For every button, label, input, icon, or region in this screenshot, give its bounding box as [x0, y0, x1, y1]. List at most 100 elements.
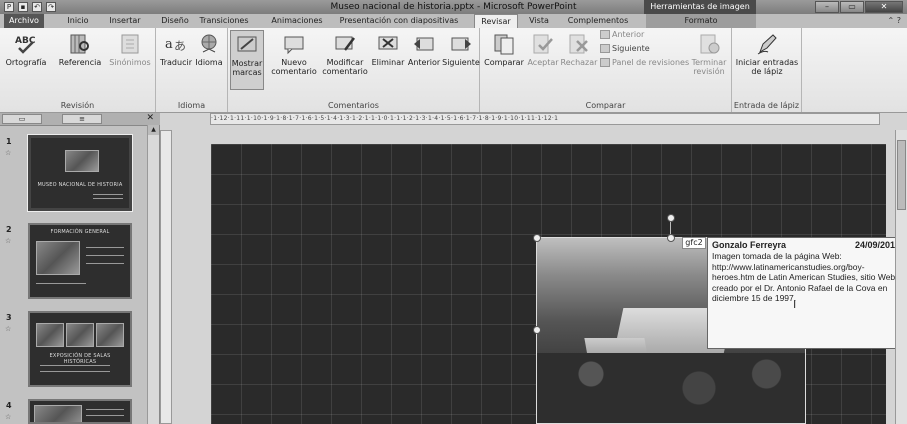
translate-icon: aあ	[165, 37, 186, 53]
anterior-comentario-button[interactable]: Anterior	[406, 32, 442, 67]
tab-formato[interactable]: Formato	[646, 14, 756, 28]
siguiente-cambio-button[interactable]: Siguiente	[600, 44, 650, 53]
referencia-button[interactable]: Referencia	[54, 32, 106, 67]
scroll-up-icon[interactable]: ▲	[148, 125, 159, 135]
mostrar-marcas-button[interactable]: Mostrar marcas	[230, 30, 264, 90]
anterior-cambio-button[interactable]: Anterior	[600, 30, 644, 39]
aceptar-button[interactable]: Aceptar	[526, 32, 560, 67]
slide-thumbnail[interactable]: EXPOSICIÓN DE SALAS HISTÓRICAS	[28, 311, 132, 387]
svg-text:a: a	[165, 37, 173, 52]
tab-outline-icon[interactable]: ≡	[62, 114, 102, 124]
next-change-icon	[600, 44, 610, 53]
panel-tabs: ▭ ≡ ✕	[0, 113, 160, 126]
resize-handle[interactable]	[533, 234, 541, 242]
transition-icon: ☆	[5, 413, 12, 421]
help-icon[interactable]: ⌃ ?	[888, 16, 902, 25]
compare-icon	[494, 34, 514, 55]
maximize-icon[interactable]: ▭	[840, 1, 864, 13]
transition-icon: ☆	[5, 325, 12, 333]
group-label-revision: Revisión	[60, 101, 95, 110]
window-controls: – ▭ ✕	[815, 1, 903, 13]
previous-change-icon	[600, 30, 610, 39]
thumbnail-title: FORMACIÓN GENERAL	[50, 229, 110, 235]
thumbnail-image	[36, 323, 64, 347]
thesaurus-icon	[121, 34, 139, 54]
group-lapiz: Iniciar entradas de lápiz Entrada de láp…	[732, 28, 802, 112]
close-panel-icon[interactable]: ✕	[146, 113, 154, 123]
language-icon	[201, 34, 217, 53]
tab-insertar[interactable]: Insertar	[104, 14, 146, 28]
tab-archivo[interactable]: Archivo	[4, 14, 44, 28]
slide-number: 3	[6, 313, 12, 322]
main-scrollbar[interactable]	[895, 130, 907, 424]
tab-vista[interactable]: Vista	[524, 14, 554, 28]
close-icon[interactable]: ✕	[865, 1, 903, 13]
previous-comment-icon	[414, 37, 434, 51]
window-title: Museo nacional de historia.pptx - Micros…	[330, 2, 577, 12]
tab-complementos[interactable]: Complementos	[562, 14, 634, 28]
rechazar-button[interactable]: Rechazar	[560, 32, 598, 67]
ink-pen-icon	[757, 34, 777, 55]
slide-thumbnail[interactable]	[28, 399, 132, 424]
svg-text:あ: あ	[174, 39, 186, 53]
ortografia-button[interactable]: ABC Ortografía	[2, 32, 50, 67]
comparar-button[interactable]: Comparar	[482, 32, 526, 67]
panel-scrollbar[interactable]: ▲	[147, 125, 159, 424]
ribbon-tabs: Archivo Inicio Insertar Diseño Transicio…	[0, 14, 907, 28]
edit-comment-icon	[335, 36, 355, 51]
scrollbar-thumb[interactable]	[897, 140, 906, 210]
comment-marker[interactable]: gfc2	[682, 237, 706, 249]
comment-author: Gonzalo Ferreyra	[712, 240, 787, 250]
slide-number: 4	[6, 401, 12, 410]
slide-number: 2	[6, 225, 12, 234]
tab-presentacion[interactable]: Presentación con diapositivas	[336, 14, 462, 28]
tab-inicio[interactable]: Inicio	[60, 14, 96, 28]
resize-handle[interactable]	[533, 326, 541, 334]
slides-panel: ▭ ≡ ✕ 1 ☆ MUSEO NACIONAL DE HISTORIA 2 ☆…	[0, 113, 160, 424]
svg-text:ABC: ABC	[15, 36, 36, 46]
reject-icon	[569, 34, 588, 54]
spelling-icon: ABC	[15, 36, 36, 54]
iniciar-entradas-lapiz-button[interactable]: Iniciar entradas de lápiz	[734, 32, 800, 76]
group-comentarios: Mostrar marcas Nuevo comentario Modifica…	[228, 28, 480, 112]
terminar-revision-button[interactable]: Terminar revisión	[686, 32, 732, 76]
horizontal-ruler: ·1·12·1·11·1·10·1·9·1·8·1·7·1·6·1·5·1·4·…	[210, 113, 880, 125]
show-markup-icon	[237, 36, 257, 52]
nuevo-comentario-button[interactable]: Nuevo comentario	[270, 32, 318, 76]
panel-revisiones-button[interactable]: Panel de revisiones	[600, 58, 689, 67]
group-revision: ABC Ortografía Referencia Sinónimos Revi…	[0, 28, 156, 112]
eliminar-comentario-button[interactable]: Eliminar	[370, 32, 406, 67]
thumbnail-image	[34, 405, 82, 422]
slide-thumbnail[interactable]: MUSEO NACIONAL DE HISTORIA	[27, 134, 133, 212]
minimize-icon[interactable]: –	[815, 1, 839, 13]
next-comment-icon	[451, 37, 471, 51]
siguiente-comentario-button[interactable]: Siguiente	[442, 32, 480, 67]
slide-thumbnail[interactable]: FORMACIÓN GENERAL	[28, 223, 132, 299]
group-label-comparar: Comparar	[585, 101, 626, 110]
resize-handle[interactable]	[667, 234, 675, 242]
tab-revisar[interactable]: Revisar	[474, 14, 518, 28]
thumbnail-image	[66, 323, 94, 347]
traducir-button[interactable]: aあ Traducir	[158, 32, 194, 67]
transition-icon: ☆	[5, 237, 12, 245]
tab-slides-icon[interactable]: ▭	[2, 114, 42, 124]
group-label-lapiz: Entrada de lápiz	[733, 101, 800, 110]
comment-date: 24/09/2010	[854, 240, 900, 250]
tab-animaciones[interactable]: Animaciones	[268, 14, 326, 28]
modificar-comentario-button[interactable]: Modificar comentario	[320, 32, 370, 76]
delete-comment-icon	[378, 36, 398, 50]
slide-number: 1	[6, 137, 12, 146]
rotate-handle[interactable]	[667, 214, 675, 222]
group-comparar: Comparar Aceptar Rechazar Anterior Sigui…	[480, 28, 732, 112]
thumbnail-title: EXPOSICIÓN DE SALAS HISTÓRICAS	[49, 353, 111, 365]
context-tools-title: Herramientas de imagen	[644, 0, 756, 14]
tab-transiciones[interactable]: Transiciones	[196, 14, 252, 28]
tab-diseno[interactable]: Diseño	[158, 14, 192, 28]
transition-icon: ☆	[5, 149, 12, 157]
idioma-button[interactable]: Idioma	[192, 32, 226, 67]
title-bar: P ▪ ↶ ↷ Museo nacional de historia.pptx …	[0, 0, 907, 14]
thumbnail-image	[65, 150, 99, 172]
vertical-ruler	[160, 130, 172, 424]
text-cursor-icon: I	[793, 298, 797, 311]
sinonimos-button[interactable]: Sinónimos	[106, 32, 154, 67]
